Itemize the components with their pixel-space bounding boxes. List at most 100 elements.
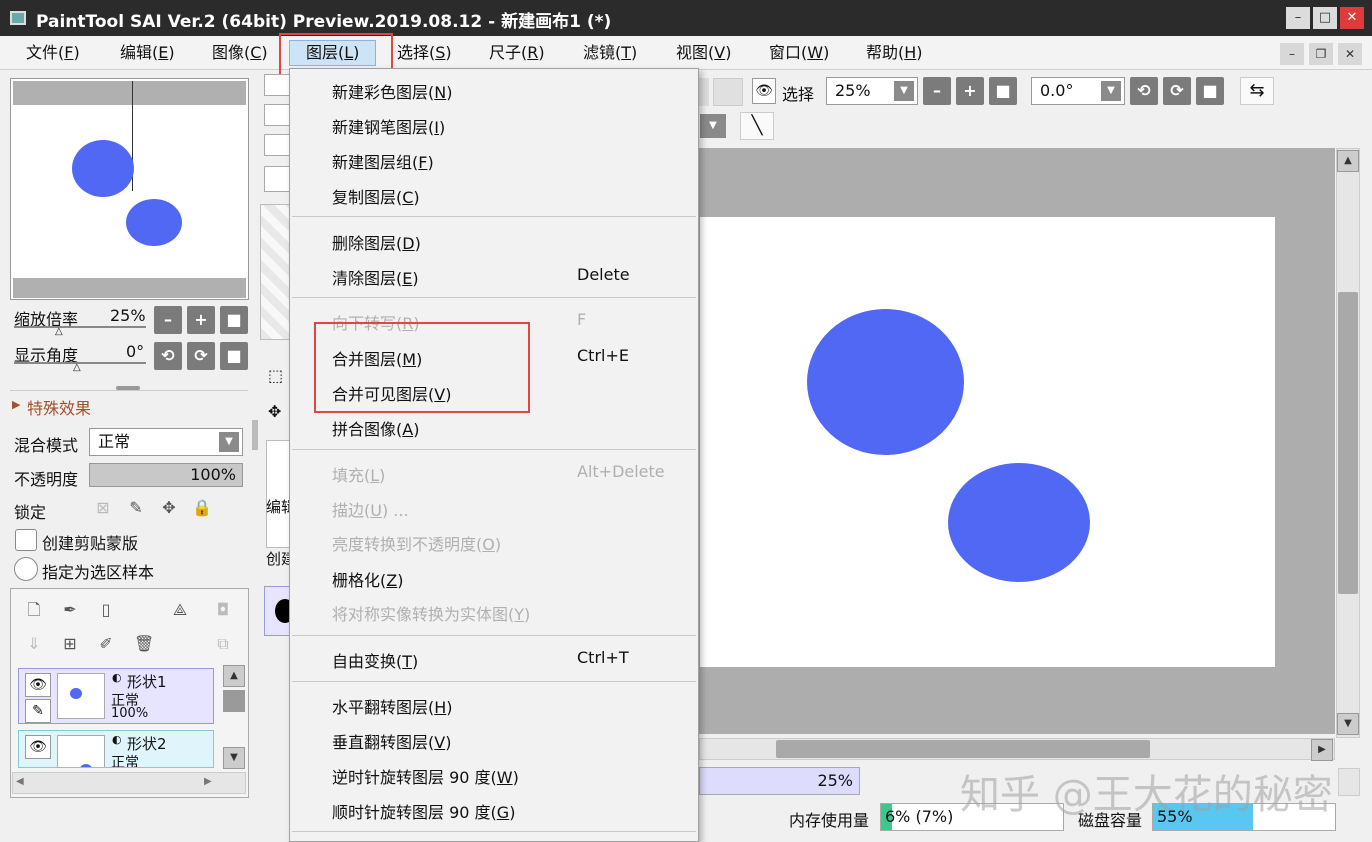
toolbar-rotate-cw-button[interactable]: ⟳ [1163, 77, 1191, 105]
toolbar-angle-select[interactable]: 0.0° ▼ [1031, 77, 1125, 105]
brush-tool-slot[interactable] [264, 586, 295, 636]
lock-draw-icon[interactable]: ✎ [126, 498, 146, 518]
canvas[interactable] [700, 217, 1275, 667]
zoom-reset-button[interactable]: ■ [220, 306, 248, 334]
color-preview[interactable] [260, 204, 290, 340]
chevron-down-icon[interactable]: ▼ [700, 114, 726, 138]
menu-new-layer-group[interactable]: 新建图层组(F) [332, 149, 434, 173]
eye-icon[interactable]: 👁 [752, 78, 776, 104]
toolbar-zoom-out-button[interactable]: – [923, 77, 951, 105]
canvas-vscroll-thumb[interactable] [1338, 292, 1358, 594]
canvas-scroll-down-button[interactable]: ▼ [1337, 713, 1359, 735]
zoom-slider[interactable] [14, 326, 146, 328]
clear-layer-icon[interactable]: ✐ [96, 634, 116, 654]
menu-clear-layer[interactable]: 清除图层(E) [332, 265, 419, 289]
toolbar-zoom-select[interactable]: 25% ▼ [826, 77, 918, 105]
clip-mask-checkbox[interactable] [15, 529, 37, 551]
lock-all-icon[interactable]: 🔒 [192, 498, 212, 518]
close-button[interactable]: ✕ [1340, 7, 1364, 29]
lock-transparency-icon[interactable]: ⊠ [93, 498, 113, 518]
menu-help[interactable]: 帮助(H) [866, 42, 923, 66]
scroll-right-icon[interactable]: ▶ [204, 776, 212, 787]
select-rect-icon[interactable]: ⬚ [268, 366, 283, 385]
minimize-button[interactable]: – [1286, 7, 1310, 29]
trash-icon[interactable]: 🗑 [134, 634, 154, 654]
selection-sample-checkbox[interactable] [14, 557, 38, 581]
canvas-scroll-right-button[interactable]: ▶ [1311, 739, 1333, 761]
doc-restore-button[interactable]: ❐ [1309, 43, 1333, 65]
menu-flip-horizontal[interactable]: 水平翻转图层(H) [332, 694, 453, 718]
blend-mode-select[interactable]: 正常 ▼ [89, 428, 243, 456]
menu-new-color-layer[interactable]: 新建彩色图层(N) [332, 79, 452, 103]
new-group-icon[interactable]: ▯ [96, 600, 116, 620]
layer-scroll-down-button[interactable]: ▼ [223, 747, 245, 769]
status-scroll[interactable] [1338, 768, 1360, 796]
new-pen-layer-icon[interactable]: ✒ [60, 600, 80, 620]
menu-flip-vertical[interactable]: 垂直翻转图层(V) [332, 729, 451, 753]
menu-edit[interactable]: 编辑(E) [120, 42, 175, 66]
canvas-scroll-up-button[interactable]: ▲ [1337, 150, 1359, 172]
effects-label[interactable]: 特殊效果 [27, 395, 91, 419]
menu-image[interactable]: 图像(C) [212, 42, 268, 66]
toolbar-rotate-reset-button[interactable]: ■ [1196, 77, 1224, 105]
move-icon[interactable]: ✥ [268, 402, 281, 421]
scroll-left-icon[interactable]: ◀ [16, 776, 24, 787]
layer-row[interactable]: 👁 ◐ 形状2 正常 [18, 730, 214, 768]
layer-scroll-up-button[interactable]: ▲ [223, 665, 245, 687]
menu-flatten-image[interactable]: 拼合图像(A) [332, 416, 419, 440]
merge-down-icon[interactable]: ⇓ [24, 634, 44, 654]
panel-splitter[interactable] [252, 420, 258, 450]
menu-window[interactable]: 窗口(W) [769, 42, 829, 66]
opacity-bar[interactable]: 100% [89, 463, 243, 487]
menu-rotate-ccw-90[interactable]: 逆时针旋转图层 90 度(W) [332, 764, 519, 788]
menu-file[interactable]: 文件(F) [26, 42, 80, 66]
canvas-hscroll-thumb[interactable] [776, 740, 1150, 758]
menu-free-transform[interactable]: 自由变换(T) [332, 648, 418, 672]
line-tool-icon[interactable]: ╲ [740, 112, 774, 140]
toolbar-rotate-ccw-button[interactable]: ⟲ [1130, 77, 1158, 105]
layer-row[interactable]: 👁 ✎ ◐ 形状1 正常 100% [18, 668, 214, 724]
rotate-cw-button[interactable]: ⟳ [187, 342, 215, 370]
rotate-ccw-button[interactable]: ⟲ [154, 342, 182, 370]
layer-scroll-thumb[interactable] [223, 690, 245, 712]
shape-circle-2[interactable] [948, 463, 1090, 582]
eye-icon[interactable]: 👁 [25, 735, 51, 759]
menu-separator [292, 831, 696, 832]
menu-duplicate-layer[interactable]: 复制图层(C) [332, 184, 420, 208]
eye-icon[interactable]: 👁 [25, 673, 51, 697]
flip-horizontal-icon[interactable]: ⇆ [1240, 77, 1274, 105]
expand-arrow-icon[interactable]: ▶ [12, 398, 20, 411]
menu-rasterize[interactable]: 栅格化(Z) [332, 567, 403, 591]
menu-merge-layer[interactable]: 合并图层(M) [332, 346, 422, 370]
shortcut-transfer-down: F [577, 310, 587, 329]
zoom-slider-handle[interactable]: △ [55, 326, 63, 337]
lock-move-icon[interactable]: ✥ [159, 498, 179, 518]
merge-icon[interactable]: ⊞ [60, 634, 80, 654]
menu-new-pen-layer[interactable]: 新建钢笔图层(I) [332, 114, 445, 138]
menu-rotate-cw-90[interactable]: 顺时针旋转图层 90 度(G) [332, 799, 515, 823]
zoom-in-button[interactable]: + [187, 306, 215, 334]
menu-filter[interactable]: 滤镜(T) [583, 42, 637, 66]
new-layer-icon[interactable]: 🗋 [24, 600, 44, 620]
navigator-preview[interactable] [10, 78, 249, 300]
maximize-button[interactable]: □ [1313, 7, 1337, 29]
mask-icon[interactable]: ◘ [213, 600, 233, 620]
rotate-reset-button[interactable]: ■ [220, 342, 248, 370]
doc-close-button[interactable]: ✕ [1338, 43, 1362, 65]
pencil-icon[interactable]: ✎ [25, 699, 51, 723]
menu-select[interactable]: 选择(S) [397, 42, 452, 66]
menu-layer[interactable]: 图层(L) [289, 40, 377, 66]
menu-view[interactable]: 视图(V) [676, 42, 731, 66]
layer-options-icon[interactable]: ⧉ [213, 634, 233, 654]
shape-circle-1[interactable] [807, 309, 964, 455]
doc-minimize-button[interactable]: – [1280, 43, 1304, 65]
menu-ruler[interactable]: 尺子(R) [489, 42, 545, 66]
menu-merge-visible[interactable]: 合并可见图层(V) [332, 381, 451, 405]
symmetry-icon[interactable]: ⟁ [170, 600, 190, 620]
zoom-out-button[interactable]: – [154, 306, 182, 334]
watermark: 知乎 @王大花的秘密 [960, 772, 1333, 818]
toolbar-zoom-in-button[interactable]: + [956, 77, 984, 105]
menu-delete-layer[interactable]: 删除图层(D) [332, 230, 421, 254]
angle-slider-handle[interactable]: △ [73, 362, 81, 373]
toolbar-zoom-reset-button[interactable]: ■ [989, 77, 1017, 105]
